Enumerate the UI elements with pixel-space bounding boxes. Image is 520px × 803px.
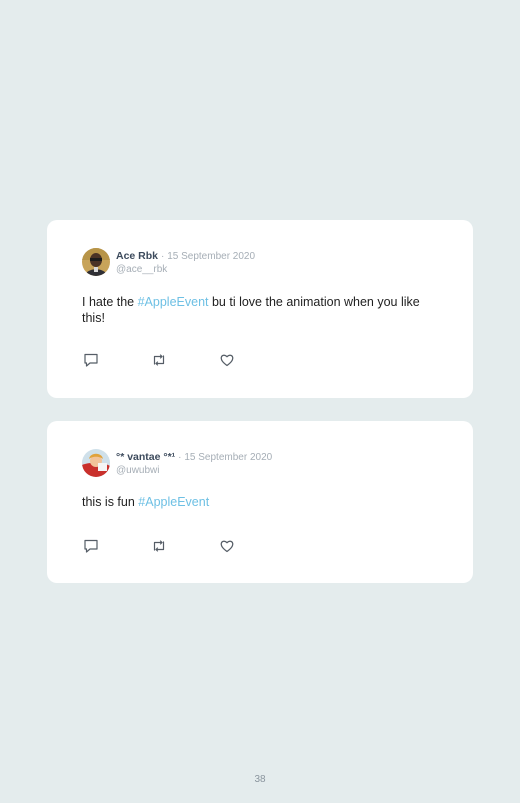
- tweet-text-before: I hate the: [82, 295, 138, 309]
- tweet-meta: °* vantae °*¹ · 15 September 2020 @uwubw…: [116, 451, 272, 477]
- hashtag-link[interactable]: #AppleEvent: [138, 495, 209, 509]
- page-number: 38: [254, 774, 266, 785]
- reply-icon[interactable]: [83, 538, 99, 554]
- separator-dot: ·: [178, 452, 182, 463]
- tweet-meta: Ace Rbk · 15 September 2020 @ace__rbk: [116, 250, 255, 276]
- hashtag-link[interactable]: #AppleEvent: [138, 295, 209, 309]
- like-icon[interactable]: [219, 352, 235, 368]
- author-name[interactable]: °* vantae °*¹: [116, 451, 175, 463]
- retweet-icon[interactable]: [151, 538, 167, 554]
- name-line: Ace Rbk · 15 September 2020: [116, 250, 255, 263]
- tweet-card[interactable]: °* vantae °*¹ · 15 September 2020 @uwubw…: [47, 421, 473, 583]
- author-name[interactable]: Ace Rbk: [116, 250, 158, 262]
- author-handle[interactable]: @uwubwi: [116, 464, 272, 477]
- reply-icon[interactable]: [83, 352, 99, 368]
- tweet-actions: [83, 538, 287, 554]
- retweet-icon[interactable]: [151, 352, 167, 368]
- tweet-header: °* vantae °*¹ · 15 September 2020 @uwubw…: [82, 449, 272, 477]
- author-handle[interactable]: @ace__rbk: [116, 263, 255, 276]
- avatar[interactable]: [82, 248, 110, 276]
- tweet-header: Ace Rbk · 15 September 2020 @ace__rbk: [82, 248, 255, 276]
- tweet-actions: [83, 352, 287, 368]
- avatar[interactable]: [82, 449, 110, 477]
- tweet-card[interactable]: Ace Rbk · 15 September 2020 @ace__rbk I …: [47, 220, 473, 398]
- name-line: °* vantae °*¹ · 15 September 2020: [116, 451, 272, 464]
- tweet-text: I hate the #AppleEvent bu ti love the an…: [82, 294, 432, 326]
- like-icon[interactable]: [219, 538, 235, 554]
- separator-dot: ·: [160, 251, 165, 262]
- tweet-text-before: this is fun: [82, 495, 139, 509]
- tweet-date[interactable]: 15 September 2020: [167, 251, 255, 262]
- tweet-text: this is fun #AppleEvent: [82, 494, 432, 510]
- tweet-date[interactable]: 15 September 2020: [184, 452, 272, 463]
